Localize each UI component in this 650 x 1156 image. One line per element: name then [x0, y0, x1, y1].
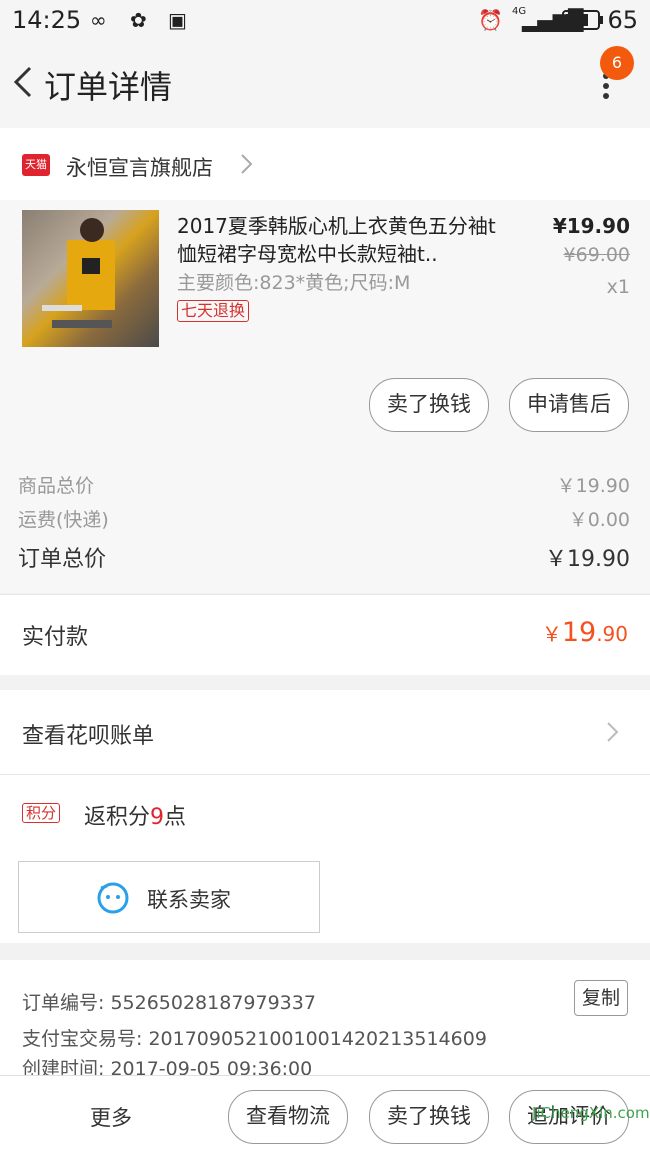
- paid-value: ￥19.90: [542, 617, 628, 648]
- points-text: 返积分9点: [84, 799, 186, 831]
- store-header[interactable]: 天猫 永恒宣言旗舰店: [0, 128, 650, 200]
- paid-integer: 19: [561, 617, 597, 648]
- chevron-right-icon: [241, 154, 253, 174]
- product-spec: 主要颜色:823*黄色;尺码:M: [177, 272, 411, 294]
- product-price: ¥19.90: [552, 214, 630, 238]
- store-name[interactable]: 永恒宣言旗舰店: [66, 152, 213, 182]
- infinity-icon: ∞: [90, 8, 107, 32]
- paid-decimal: .90: [596, 622, 628, 646]
- watermark: JiChengXin.com: [532, 1104, 650, 1122]
- sell-button[interactable]: 卖了换钱: [369, 378, 489, 432]
- points-badge: 积分: [22, 803, 61, 823]
- seven-day-return-badge: 七天退换: [177, 300, 250, 322]
- paid-label: 实付款: [22, 625, 89, 650]
- battery-level: 65: [607, 6, 638, 34]
- nav-bar: 订单详情 6: [0, 40, 650, 129]
- sell-for-cash-button[interactable]: 卖了换钱: [369, 1090, 489, 1144]
- points-row: 积分 返积分9点: [0, 775, 650, 852]
- status-bar: 14:25 ∞ ✿ ▣ ⏰ 4G ▂▄▆█ 65: [0, 0, 650, 40]
- order-number: 订单编号: 55265028187979337: [22, 992, 316, 1014]
- huabei-bill-row[interactable]: 查看花呗账单: [0, 690, 650, 775]
- paid-amount-row: 实付款 ￥19.90: [0, 594, 650, 675]
- contact-seller-label: 联系卖家: [147, 888, 231, 912]
- points-number: 9: [150, 805, 165, 830]
- alipay-trade-number: 支付宝交易号: 2017090521001001420213514609: [22, 1028, 487, 1050]
- product-card: 2017夏季韩版心机上衣黄色五分袖t恤短裙字母宽松中长款短袖t.. 主要颜色:8…: [0, 200, 650, 445]
- huabei-label: 查看花呗账单: [22, 724, 155, 749]
- notification-badge: 6: [600, 46, 634, 80]
- contact-section: 联系卖家: [0, 851, 650, 943]
- shipping-label: 运费(快递): [18, 509, 109, 531]
- after-sale-button[interactable]: 申请售后: [509, 378, 629, 432]
- view-logistics-button[interactable]: 查看物流: [228, 1090, 348, 1144]
- copy-button[interactable]: 复制: [574, 980, 628, 1016]
- order-total-value: ￥19.90: [545, 547, 630, 572]
- price-summary: 商品总价 ￥19.90 运费(快递) ￥0.00 订单总价 ￥19.90: [0, 445, 650, 593]
- back-arrow-icon[interactable]: [8, 60, 48, 104]
- alarm-icon: ⏰: [478, 8, 503, 32]
- more-button[interactable]: 更多: [90, 1102, 132, 1132]
- tmall-logo-icon: 天猫: [22, 154, 50, 176]
- product-quantity: x1: [606, 276, 630, 298]
- product-image[interactable]: [22, 210, 159, 347]
- product-title[interactable]: 2017夏季韩版心机上衣黄色五分袖t恤短裙字母宽松中长款短袖t..: [177, 212, 507, 268]
- shipping-value: ￥0.00: [568, 509, 630, 531]
- paid-currency: ￥: [541, 622, 562, 646]
- created-time: 创建时间: 2017-09-05 09:36:00: [22, 1058, 313, 1075]
- order-total-label: 订单总价: [18, 547, 107, 572]
- battery-icon: [562, 10, 603, 30]
- status-time: 14:25: [12, 6, 82, 34]
- goods-total-label: 商品总价: [18, 475, 95, 497]
- order-info: 订单编号: 55265028187979337 复制 支付宝交易号: 20170…: [0, 960, 650, 1075]
- points-prefix: 返积分: [84, 805, 151, 830]
- page-title: 订单详情: [44, 68, 173, 106]
- goods-total-value: ￥19.90: [556, 475, 630, 497]
- chat-bubble-icon: [97, 882, 129, 914]
- points-suffix: 点: [164, 805, 187, 830]
- contact-seller-button[interactable]: 联系卖家: [18, 861, 320, 933]
- image-icon: ▣: [168, 8, 187, 32]
- product-original-price: ¥69.00: [563, 244, 630, 266]
- chevron-right-icon: [607, 722, 619, 742]
- paw-icon: ✿: [130, 8, 147, 32]
